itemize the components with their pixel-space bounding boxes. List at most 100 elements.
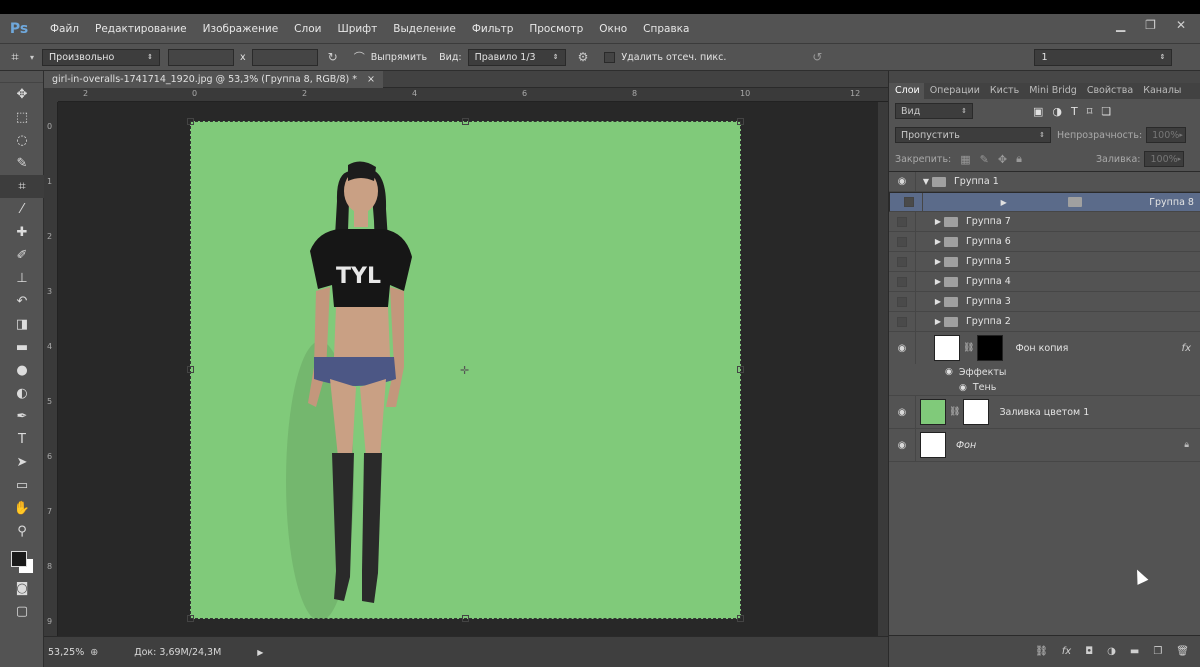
effects-row[interactable]: ◉ Эффекты (889, 364, 1200, 380)
move-tool-icon[interactable]: ✥ (0, 83, 44, 106)
link-icon[interactable]: ⛓ (949, 407, 960, 417)
expand-arrow-icon[interactable]: ▶ (932, 297, 944, 306)
mask-thumbnail[interactable] (963, 399, 990, 425)
menu-image[interactable]: Изображение (195, 23, 287, 35)
document-tab[interactable]: girl-in-overalls-1741714_1920.jpg @ 53,3… (44, 71, 383, 88)
zoom-level[interactable]: 53,25% (48, 647, 84, 658)
eyedropper-tool-icon[interactable]: ⁄ (0, 198, 44, 221)
tab-channels[interactable]: Каналы (1137, 83, 1185, 99)
lock-pixels-icon[interactable]: ▦ (960, 153, 970, 166)
foreground-color[interactable] (11, 551, 27, 567)
view-select[interactable]: Правило 1/3 ⇕ (467, 48, 566, 66)
quick-mask-icon[interactable]: ◙ (0, 577, 44, 600)
menu-type[interactable]: Шрифт (329, 23, 385, 35)
screen-mode-icon[interactable]: ▢ (0, 600, 44, 623)
tab-brush[interactable]: Кисть (984, 83, 1023, 99)
visibility-box[interactable] (889, 212, 916, 231)
shape-tool-icon[interactable]: ▭ (0, 474, 44, 497)
filter-type-icon[interactable]: T (1071, 105, 1078, 118)
workspace-select[interactable]: 1 ⇕ (1034, 48, 1173, 66)
crop-handle-mr[interactable] (737, 366, 744, 373)
reset-icon[interactable]: ↺ (812, 50, 822, 64)
lasso-tool-icon[interactable]: ◌ (0, 129, 44, 152)
visibility-box[interactable] (889, 272, 916, 291)
layer-group-7[interactable]: ▶ Группа 7 (889, 212, 1200, 232)
layer-group-3[interactable]: ▶ Группа 3 (889, 292, 1200, 312)
layer-group-6[interactable]: ▶ Группа 6 (889, 232, 1200, 252)
width-field[interactable] (168, 48, 235, 66)
visibility-eye-icon[interactable]: ◉ (889, 332, 916, 364)
color-swatches[interactable] (0, 547, 43, 577)
swap-icon[interactable]: ↻ (328, 50, 338, 64)
lock-all-icon[interactable]: 🔒︎ (1016, 152, 1022, 166)
ruler-corner[interactable] (44, 88, 58, 102)
restore-icon[interactable]: ❐ (1145, 18, 1156, 32)
expand-arrow-icon[interactable]: ▶ (932, 277, 944, 286)
new-group-icon[interactable]: ▬ (1130, 646, 1139, 657)
crop-handle-bl[interactable] (187, 615, 194, 622)
crop-handle-tl[interactable] (187, 118, 194, 125)
new-layer-icon[interactable]: ❐ (1153, 646, 1162, 657)
visibility-eye-icon[interactable]: ◉ (889, 429, 916, 461)
zoom-tool-icon[interactable]: ⚲ (0, 520, 44, 543)
menu-layers[interactable]: Слои (286, 23, 329, 35)
crop-handle-bc[interactable] (462, 615, 469, 622)
history-brush-icon[interactable]: ↶ (0, 290, 44, 313)
path-select-icon[interactable]: ➤ (0, 451, 44, 474)
expand-arrow-icon[interactable]: ▶ (932, 237, 944, 246)
menu-view[interactable]: Просмотр (521, 23, 591, 35)
horizontal-ruler[interactable]: 2 0 2 4 6 8 10 12 (58, 88, 888, 102)
fx-icon[interactable]: fx (1182, 343, 1191, 354)
layer-bg-copy[interactable]: ◉ ⛓ Фон копия fx (889, 332, 1200, 364)
link-icon[interactable]: ⛓ (963, 343, 974, 353)
hand-tool-icon[interactable]: ✋ (0, 497, 44, 520)
menu-file[interactable]: Файл (42, 23, 87, 35)
shadow-eye-icon[interactable]: ◉ (959, 383, 967, 393)
gradient-tool-icon[interactable]: ▬ (0, 336, 44, 359)
collapse-arrow-icon[interactable]: ▼ (920, 177, 932, 186)
effects-eye-icon[interactable]: ◉ (945, 367, 953, 377)
tab-layers[interactable]: Слои (889, 83, 924, 99)
lock-move-icon[interactable]: ✥ (998, 153, 1007, 166)
visibility-box[interactable] (889, 292, 916, 311)
mask-thumbnail[interactable] (977, 335, 1004, 361)
visibility-eye-icon[interactable]: ◉ (889, 396, 916, 428)
minimize-icon[interactable]: ▁ (1116, 18, 1125, 32)
gear-icon[interactable]: ⚙ (578, 50, 589, 64)
expand-arrow-icon[interactable]: ▶ (932, 257, 944, 266)
eraser-tool-icon[interactable]: ◨ (0, 313, 44, 336)
visibility-box[interactable] (889, 312, 916, 331)
dodge-tool-icon[interactable]: ◐ (0, 382, 44, 405)
height-field[interactable] (251, 48, 318, 66)
visibility-box[interactable] (896, 193, 923, 211)
visibility-eye-icon[interactable]: ◉ (889, 172, 916, 191)
link-layers-icon[interactable]: ⛓ (1035, 646, 1048, 657)
delete-layer-icon[interactable]: 🗑︎ (1176, 646, 1189, 657)
layer-color-fill[interactable]: ◉ ⛓ Заливка цветом 1 (889, 396, 1200, 429)
crop-handle-ml[interactable] (187, 366, 194, 373)
blur-tool-icon[interactable]: ● (0, 359, 44, 382)
layer-group-5[interactable]: ▶ Группа 5 (889, 252, 1200, 272)
ratio-select[interactable]: Произвольно ⇕ (42, 48, 161, 66)
crop-handle-tr[interactable] (737, 118, 744, 125)
expand-arrow-icon[interactable]: ▶ (998, 198, 1010, 207)
fill-field[interactable]: 100% ▸ (1144, 151, 1185, 167)
status-menu-icon[interactable]: ▶ (257, 648, 263, 657)
type-tool-icon[interactable]: T (0, 428, 44, 451)
expand-arrow-icon[interactable]: ▶ (932, 217, 944, 226)
vertical-scrollbar[interactable] (878, 102, 888, 636)
close-tab-icon[interactable]: × (367, 74, 375, 85)
lock-paint-icon[interactable]: ✎ (980, 153, 989, 166)
layer-group-8[interactable]: ▶ Группа 8 (889, 192, 1200, 212)
delete-cropped-checkbox[interactable] (604, 51, 616, 63)
clone-stamp-icon[interactable]: ⊥ (0, 267, 44, 290)
layer-group-2[interactable]: ▶ Группа 2 (889, 312, 1200, 332)
layer-background[interactable]: ◉ Фон 🔒︎ (889, 429, 1200, 462)
visibility-box[interactable] (889, 252, 916, 271)
tab-history[interactable]: Операции (924, 83, 984, 99)
pen-tool-icon[interactable]: ✒ (0, 405, 44, 428)
brush-tool-icon[interactable]: ✐ (0, 244, 44, 267)
filter-shape-icon[interactable]: ⌑ (1087, 105, 1093, 118)
filter-smart-icon[interactable]: ❏ (1101, 105, 1111, 118)
menu-select[interactable]: Выделение (385, 23, 464, 35)
